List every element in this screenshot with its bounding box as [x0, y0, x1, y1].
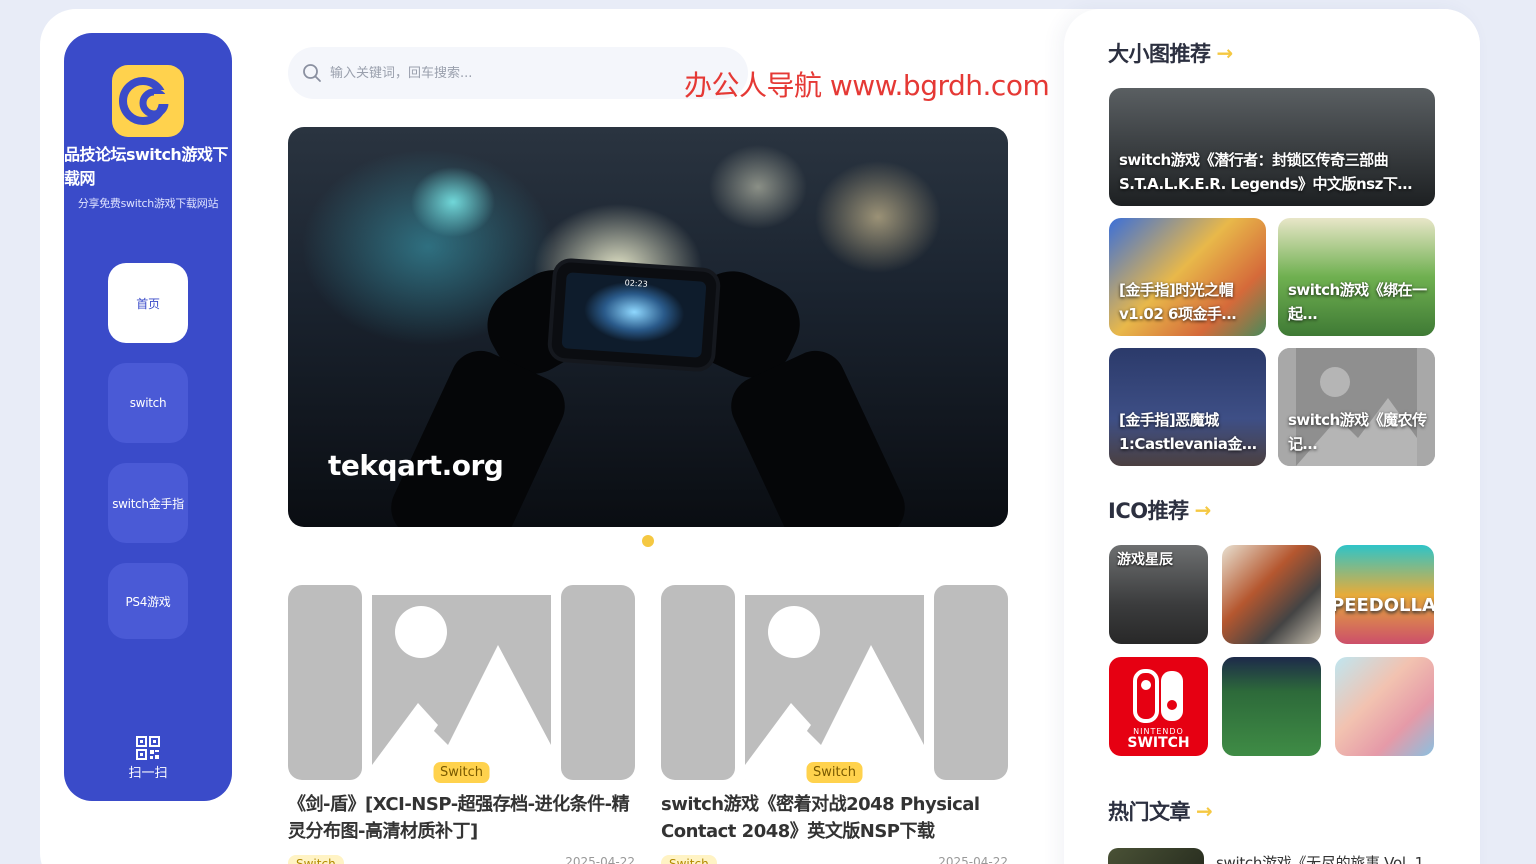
- site-logo[interactable]: [112, 65, 184, 137]
- small-tile-title: [金手指]时光之帽v1.02 6项金手…: [1119, 281, 1236, 323]
- image-placeholder-icon: [288, 585, 635, 780]
- ico-label: 游戏星辰: [1117, 552, 1173, 568]
- sidebar: 品技论坛switch游戏下载网 分享免费switch游戏下载网站 首页 swit…: [64, 33, 232, 801]
- ico-item[interactable]: [1222, 545, 1321, 644]
- small-tile-title: [金手指]恶魔城1:Castlevania金…: [1119, 411, 1257, 453]
- ico-item[interactable]: 游戏星辰: [1109, 545, 1208, 644]
- small-tile-title: switch游戏《魔农传记…: [1288, 411, 1427, 453]
- section-title-text: ICO推荐: [1108, 499, 1189, 523]
- card-thumbnail[interactable]: [661, 585, 1008, 780]
- ico-label-switch: SWITCH: [1127, 735, 1190, 751]
- site-name: 品技论坛switch游戏下载网: [64, 145, 228, 188]
- card-title[interactable]: switch游戏《密着对战2048 Physical Contact 2048》…: [661, 791, 1008, 845]
- section-title-text: 大小图推荐: [1108, 42, 1211, 66]
- search-bar[interactable]: [288, 47, 748, 99]
- section-title-big-small: 大小图推荐 →: [1108, 38, 1233, 68]
- banner-slide[interactable]: 02:23 tekqart.org: [288, 127, 1008, 527]
- small-tile[interactable]: switch游戏《绑在一起…: [1278, 218, 1435, 336]
- hot-article-title[interactable]: switch游戏《无尽的旅事 Vol. 1: [1216, 852, 1424, 864]
- small-tile[interactable]: switch游戏《魔农传记…: [1278, 348, 1435, 466]
- big-tile[interactable]: switch游戏《潜行者：封锁区传奇三部曲S.T.A.L.K.E.R. Lege…: [1109, 88, 1435, 206]
- nav-item-ps4[interactable]: PS4游戏: [108, 563, 188, 639]
- ico-item[interactable]: [1222, 657, 1321, 756]
- phone-screen: 02:23: [561, 272, 707, 358]
- nav-item-home[interactable]: 首页: [108, 263, 188, 343]
- search-icon: [303, 64, 321, 82]
- site-description: 分享免费switch游戏下载网站: [77, 197, 219, 210]
- card-date: 2025-04-22: [938, 855, 1008, 864]
- watermark-text: 办公人导航 www.bgrdh.com: [684, 69, 1050, 102]
- hot-article-thumbnail[interactable]: [1108, 848, 1204, 864]
- card-date: 2025-04-22: [565, 855, 635, 864]
- section-title-hot: 热门文章 →: [1108, 796, 1213, 826]
- article-card[interactable]: Switch switch游戏《密着对战2048 Physical Contac…: [661, 585, 1008, 864]
- article-card[interactable]: Switch 《剑-盾》[XCI-NSP-超强存档-进化条件-精灵分布图-高清材…: [288, 585, 635, 864]
- ico-item[interactable]: NINTENDO SWITCH: [1109, 657, 1208, 756]
- small-tile[interactable]: [金手指]时光之帽v1.02 6项金手…: [1109, 218, 1266, 336]
- arrow-right-icon[interactable]: →: [1196, 799, 1213, 823]
- card-category-tag[interactable]: Switch: [433, 762, 490, 783]
- small-tile[interactable]: [金手指]恶魔城1:Castlevania金…: [1109, 348, 1266, 466]
- card-thumbnail[interactable]: [288, 585, 635, 780]
- nav-item-switch-cheats[interactable]: switch金手指: [108, 463, 188, 543]
- card-category-tag[interactable]: Switch: [806, 762, 863, 783]
- image-placeholder-icon: [661, 585, 1008, 780]
- logo-icon: [119, 77, 172, 125]
- qr-code-icon: [136, 736, 160, 760]
- phone-time: 02:23: [624, 278, 649, 289]
- nav-item-switch[interactable]: switch: [108, 363, 188, 443]
- phone-image: 02:23: [550, 261, 718, 369]
- scan-label: 扫一扫: [128, 766, 168, 781]
- ico-item[interactable]: PEEDOLLAI: [1335, 545, 1434, 644]
- arrow-right-icon[interactable]: →: [1195, 498, 1212, 522]
- card-title[interactable]: 《剑-盾》[XCI-NSP-超强存档-进化条件-精灵分布图-高清材质补丁]: [288, 791, 635, 845]
- ico-item[interactable]: [1335, 657, 1434, 756]
- ico-label: PEEDOLLAI: [1335, 595, 1434, 616]
- card-meta-tag[interactable]: Switch: [288, 855, 344, 864]
- card-meta-tag[interactable]: Switch: [661, 855, 717, 864]
- section-title-text: 热门文章: [1108, 800, 1191, 824]
- big-tile-title: switch游戏《潜行者：封锁区传奇三部曲S.T.A.L.K.E.R. Lege…: [1119, 151, 1412, 193]
- carousel-dot-active[interactable]: [642, 535, 654, 547]
- arrow-right-icon[interactable]: →: [1217, 41, 1234, 65]
- section-title-ico: ICO推荐 →: [1108, 495, 1211, 525]
- banner-caption: tekqart.org: [328, 449, 504, 482]
- search-input[interactable]: [330, 65, 710, 81]
- small-tile-title: switch游戏《绑在一起…: [1288, 281, 1427, 323]
- scan-button[interactable]: 扫一扫: [64, 736, 232, 781]
